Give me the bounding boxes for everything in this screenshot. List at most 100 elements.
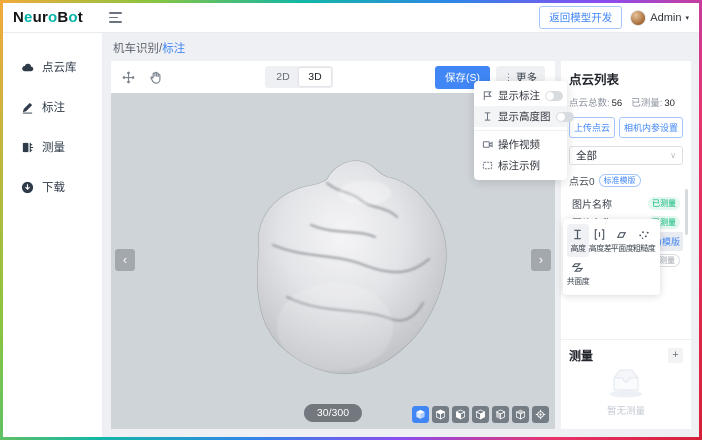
user-menu[interactable]: Admin ▾: [630, 10, 689, 26]
neurobot-app: NeuroBot 返回模型开发 Admin ▾ 点云库 标注: [3, 3, 699, 437]
video-icon: [482, 139, 493, 150]
add-measurement-button[interactable]: +: [668, 348, 683, 363]
top-bar: 返回模型开发 Admin ▾: [103, 3, 699, 32]
height-map-icon: [482, 111, 493, 122]
avatar: [630, 10, 646, 26]
more-dropdown-menu: 显示标注 显示高度图 操作视频 标注示例: [474, 81, 567, 180]
list-item[interactable]: 图片名称 已测量: [569, 194, 683, 213]
prev-image-button[interactable]: ‹: [115, 249, 135, 271]
collapse-menu-icon[interactable]: [109, 9, 127, 27]
upload-pointcloud-button[interactable]: 上传点云: [569, 117, 615, 138]
view-back-button[interactable]: [512, 406, 529, 423]
header-right: 返回模型开发 Admin ▾: [539, 6, 689, 29]
cube-left-face-icon: [495, 409, 506, 420]
measured-count: 已测量:30: [631, 95, 675, 109]
main-area: 机车识别/标注 2D 3D 保存(S: [103, 33, 699, 437]
menu-item-annotation-example[interactable]: 标注示例: [474, 155, 567, 176]
menu-item-label: 显示标注: [498, 88, 540, 103]
pagination-indicator: 30/300: [304, 404, 362, 422]
flatness-icon: [615, 228, 628, 241]
sidebar-item-pointcloud-library[interactable]: 点云库: [21, 59, 102, 75]
sidebar-item-download[interactable]: 下载: [21, 179, 102, 195]
logo-part: ur: [33, 9, 48, 26]
pan-hand-icon[interactable]: [148, 70, 163, 85]
total-count: 点云总数:56: [569, 95, 622, 109]
logo-gear-glyph: e: [24, 9, 33, 26]
app-frame: NeuroBot 返回模型开发 Admin ▾ 点云库 标注: [0, 0, 702, 440]
next-image-button[interactable]: ›: [531, 249, 551, 271]
tool-label: 高度差: [589, 243, 612, 254]
tool-height[interactable]: 高度: [567, 224, 589, 257]
sidebar-item-label: 下载: [42, 179, 65, 195]
show-heightmap-toggle[interactable]: [556, 112, 574, 122]
menu-item-tutorial-video[interactable]: 操作视频: [474, 134, 567, 155]
user-name: Admin: [650, 12, 681, 24]
view-right-button[interactable]: [472, 406, 489, 423]
view-iso-button[interactable]: [412, 406, 429, 423]
view-top-button[interactable]: [432, 406, 449, 423]
pointcloud-panel: 点云列表 点云总数:56 已测量:30 上传点云 相机内参设置 全部 ∨ 点: [561, 61, 691, 429]
panel-title: 点云列表: [569, 69, 683, 88]
tool-height-diff[interactable]: 高度差: [589, 224, 611, 257]
template-item[interactable]: 点云0 标准模版: [569, 173, 683, 188]
mode-2d-button[interactable]: 2D: [267, 68, 299, 86]
menu-item-show-heightmap[interactable]: 显示高度图: [474, 106, 567, 127]
tool-flatness[interactable]: 平面度: [611, 224, 633, 257]
canvas-tools: [121, 70, 163, 85]
reset-view-button[interactable]: [532, 406, 549, 423]
menu-item-label: 操作视频: [498, 137, 559, 152]
back-to-model-dev-button[interactable]: 返回模型开发: [539, 6, 622, 29]
template-badge: 标准模版: [599, 174, 641, 187]
workspace: 2D 3D 保存(S) ⋮ 更多: [103, 61, 699, 437]
ruler-icon: [21, 141, 34, 154]
breadcrumb: 机车识别/标注: [103, 33, 699, 61]
logo-part: B: [57, 9, 68, 26]
filter-value: 全部: [576, 148, 597, 163]
breadcrumb-root[interactable]: 机车识别: [113, 43, 159, 55]
template-name: 点云0: [569, 173, 595, 188]
tool-label: 粗糙度: [633, 243, 656, 254]
logo-part: t: [78, 9, 83, 26]
tooth-3d-model[interactable]: [215, 127, 465, 377]
camera-intrinsics-button[interactable]: 相机内参设置: [619, 117, 683, 138]
filter-select[interactable]: 全部 ∨: [569, 146, 683, 165]
view-left-button[interactable]: [492, 406, 509, 423]
frame-icon: [482, 160, 493, 171]
panel-stats: 点云总数:56 已测量:30: [569, 95, 683, 109]
sidebar-item-label: 点云库: [42, 59, 77, 75]
pen-icon: [21, 101, 34, 114]
tool-coplanarity[interactable]: 共面度: [567, 257, 589, 290]
tool-label: 高度: [570, 243, 585, 254]
height-diff-icon: [593, 228, 606, 241]
divider: [474, 130, 567, 131]
measure-section-header: 测量 +: [569, 347, 683, 364]
mode-3d-button[interactable]: 3D: [299, 68, 331, 86]
view-mode-switch: 2D 3D: [265, 66, 333, 88]
cube-front-face-icon: [455, 409, 466, 420]
sidebar-item-label: 测量: [42, 139, 65, 155]
view-front-button[interactable]: [452, 406, 469, 423]
chevron-down-icon: ▾: [685, 14, 689, 22]
flag-icon: [482, 90, 493, 101]
move-tool-icon[interactable]: [121, 70, 136, 85]
cube-solid-icon: [415, 409, 426, 420]
list-scrollbar[interactable]: [685, 189, 688, 235]
brand-logo: NeuroBot: [3, 3, 103, 32]
sidebar: 点云库 标注 测量 下载: [3, 33, 103, 437]
empty-state: 暂无测量: [569, 364, 683, 421]
sidebar-item-label: 标注: [42, 99, 65, 115]
sidebar-item-annotate[interactable]: 标注: [21, 99, 102, 115]
view-orientation-bar: [412, 406, 549, 423]
measure-tool-palette: 高度 高度差 平面度 粗糙度: [563, 219, 660, 295]
show-annotation-toggle[interactable]: [545, 91, 563, 101]
cube-back-face-icon: [515, 409, 526, 420]
breadcrumb-current: 标注: [162, 43, 185, 55]
roughness-icon: [637, 228, 650, 241]
menu-item-show-annotation[interactable]: 显示标注: [474, 85, 567, 106]
chevron-down-icon: ∨: [670, 151, 676, 160]
height-tool-icon: [571, 228, 584, 241]
cube-right-face-icon: [475, 409, 486, 420]
tool-roughness[interactable]: 粗糙度: [633, 224, 655, 257]
tool-label: 平面度: [611, 243, 634, 254]
sidebar-item-measure[interactable]: 测量: [21, 139, 102, 155]
